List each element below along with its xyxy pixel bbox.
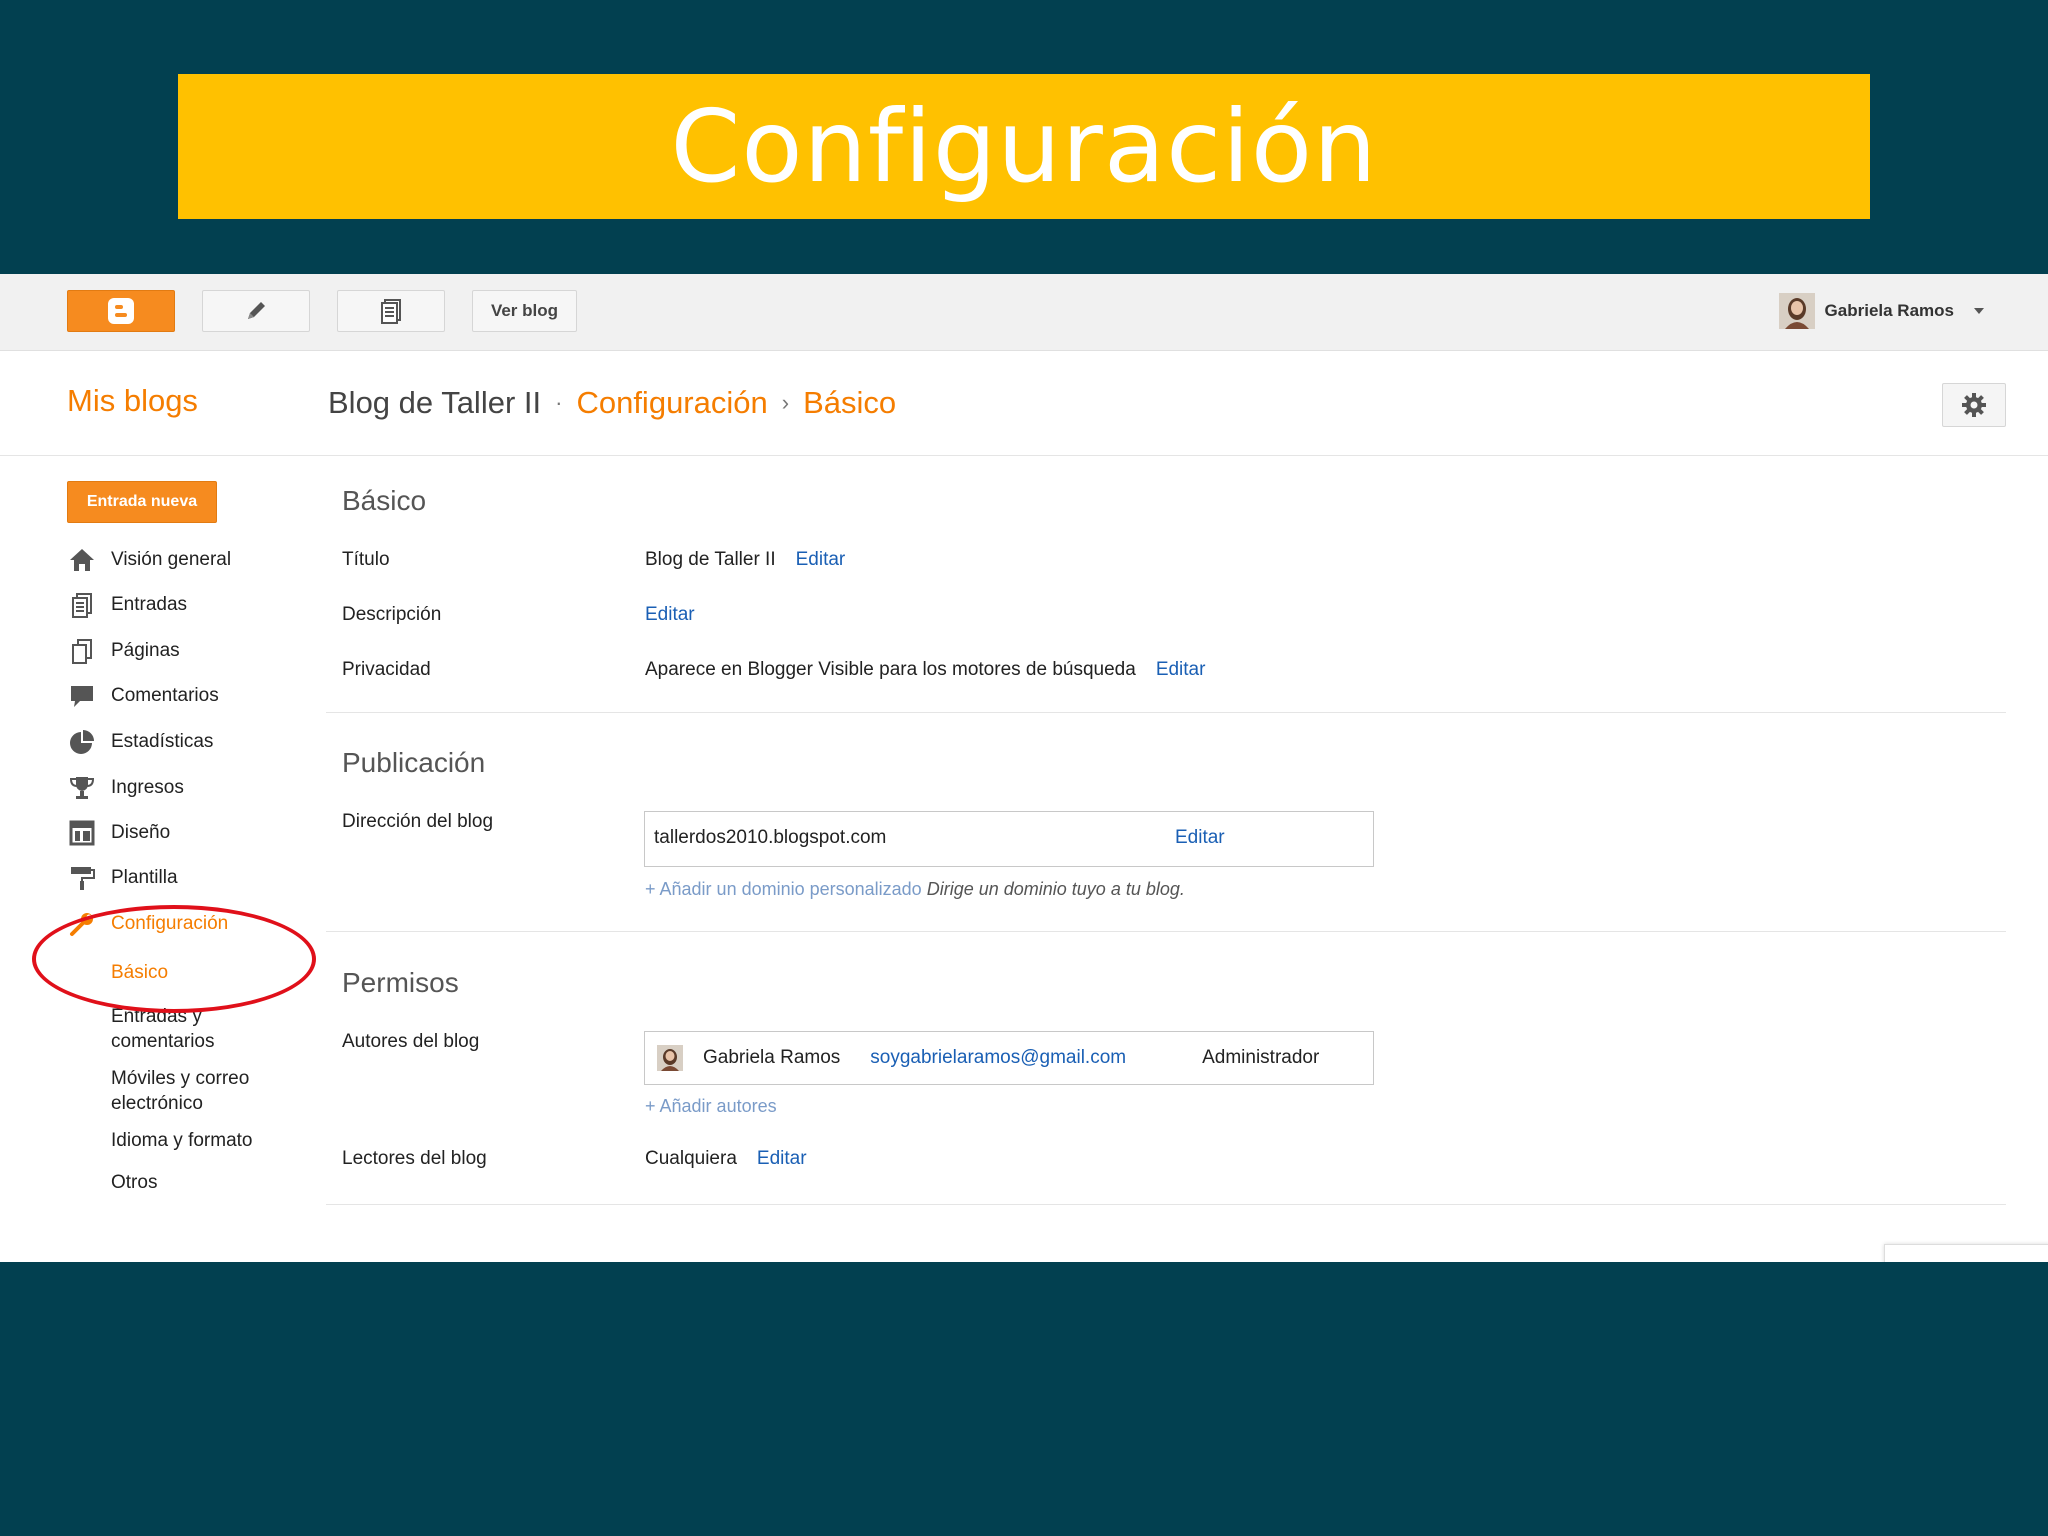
section-title-permissions: Permisos <box>342 967 459 998</box>
author-role: Administrador <box>1202 1047 1320 1068</box>
blogger-logo-icon <box>108 298 134 324</box>
gear-icon <box>1962 393 1986 417</box>
paint-roller-icon <box>67 863 97 893</box>
sidebar-item-posts[interactable]: Entradas <box>67 590 187 620</box>
user-name: Gabriela Ramos <box>1824 301 1954 320</box>
readers-row: Cualquiera Editar <box>645 1148 807 1170</box>
breadcrumb-arrow: › <box>781 390 790 415</box>
readers-value: Cualquiera <box>645 1148 737 1169</box>
section-divider <box>326 712 2006 713</box>
edit-address-link[interactable]: Editar <box>1175 827 1225 849</box>
sidebar-item-label: Visión general <box>111 549 232 570</box>
blog-readers-label: Lectores del blog <box>342 1148 487 1169</box>
sidebar-item-overview[interactable]: Visión general <box>67 545 231 575</box>
sidebar-item-pages[interactable]: Páginas <box>67 636 180 666</box>
blogger-screenshot: Ver blog Gabriela Ramos Mis blogs Blog d… <box>0 274 2048 1262</box>
posts-icon <box>67 590 97 620</box>
page-header: Mis blogs Blog de Taller II · Configurac… <box>0 351 2048 456</box>
title-row: Blog de Taller II Editar <box>645 549 845 571</box>
feedback-tab[interactable] <box>1884 1244 2048 1262</box>
sidebar-item-layout[interactable]: Diseño <box>67 818 170 848</box>
my-blogs-link[interactable]: Mis blogs <box>67 383 198 419</box>
blog-address-label: Dirección del blog <box>342 811 494 832</box>
slide-title-banner: Configuración <box>178 74 1870 219</box>
section-divider <box>326 1204 2006 1205</box>
posts-icon <box>381 299 401 324</box>
edit-readers-link[interactable]: Editar <box>757 1148 807 1170</box>
pencil-icon <box>248 302 265 319</box>
sidebar-item-template[interactable]: Plantilla <box>67 863 178 893</box>
stats-pie-icon <box>67 727 97 757</box>
sidebar: Entrada nueva Visión general Entradas Pá… <box>0 455 316 1262</box>
user-avatar <box>1778 293 1815 329</box>
view-blog-button[interactable]: Ver blog <box>472 290 577 332</box>
author-email[interactable]: soygabrielaramos@gmail.com <box>870 1047 1126 1069</box>
add-authors-link[interactable]: + Añadir autores <box>645 1096 777 1117</box>
sidebar-item-earnings[interactable]: Ingresos <box>67 773 184 803</box>
sidebar-item-label: Páginas <box>111 640 180 661</box>
top-toolbar: Ver blog Gabriela Ramos <box>0 274 2048 351</box>
sidebar-subitem-other[interactable]: Otros <box>111 1170 157 1195</box>
section-divider <box>326 931 2006 932</box>
pages-icon <box>67 636 97 666</box>
author-avatar <box>657 1045 683 1071</box>
custom-domain-description: Dirige un dominio tuyo a tu blog. <box>926 879 1185 899</box>
posts-list-button[interactable] <box>337 290 445 332</box>
settings-gear-button[interactable] <box>1942 383 2006 427</box>
chevron-down-icon <box>1974 308 1984 314</box>
section-title-publication: Publicación <box>342 747 486 778</box>
sidebar-item-label: Ingresos <box>111 777 184 798</box>
description-row: Editar <box>645 604 695 626</box>
sidebar-item-label: Diseño <box>111 822 171 843</box>
section-title-basic: Básico <box>342 485 427 516</box>
red-highlight-circle <box>32 905 316 1013</box>
sidebar-item-stats[interactable]: Estadísticas <box>67 727 213 757</box>
sidebar-subitem-mobile-email[interactable]: Móviles y correo electrónico <box>111 1066 281 1116</box>
title-value: Blog de Taller II <box>645 549 776 570</box>
breadcrumb-dot: · <box>555 390 563 415</box>
comments-icon <box>67 681 97 711</box>
blog-address-field: tallerdos2010.blogspot.com Editar <box>644 811 1374 867</box>
new-post-button[interactable]: Entrada nueva <box>67 481 217 523</box>
privacy-value: Aparece en Blogger Visible para los moto… <box>645 659 1136 680</box>
edit-description-link[interactable]: Editar <box>645 604 695 626</box>
layout-icon <box>67 818 97 848</box>
sidebar-subitem-language-format[interactable]: Idioma y formato <box>111 1128 253 1153</box>
settings-main: Básico Título Blog de Taller II Editar D… <box>326 455 2006 1262</box>
sidebar-item-label: Estadísticas <box>111 731 214 752</box>
breadcrumb-settings[interactable]: Configuración <box>576 385 767 421</box>
breadcrumb-basic[interactable]: Básico <box>803 385 896 421</box>
blog-authors-label: Autores del blog <box>342 1031 480 1052</box>
breadcrumb: Blog de Taller II · Configuración › Bási… <box>328 385 896 421</box>
edit-privacy-link[interactable]: Editar <box>1156 659 1206 681</box>
privacy-label: Privacidad <box>342 659 431 680</box>
sidebar-item-comments[interactable]: Comentarios <box>67 681 219 711</box>
author-row: Gabriela Ramos soygabrielaramos@gmail.co… <box>644 1031 1374 1085</box>
user-menu[interactable]: Gabriela Ramos <box>1778 292 1986 330</box>
sidebar-item-label: Entradas <box>111 594 188 615</box>
author-name: Gabriela Ramos <box>703 1047 841 1068</box>
description-label: Descripción <box>342 604 442 625</box>
title-label: Título <box>342 549 390 570</box>
breadcrumb-blog-name: Blog de Taller II <box>328 385 542 420</box>
custom-domain-hint: + Añadir un dominio personalizado Dirige… <box>645 879 1185 900</box>
home-icon <box>67 545 97 575</box>
blogger-logo-button[interactable] <box>67 290 175 332</box>
trophy-icon <box>67 773 97 803</box>
new-post-pencil-button[interactable] <box>202 290 310 332</box>
privacy-row: Aparece en Blogger Visible para los moto… <box>645 659 1205 681</box>
sidebar-item-label: Comentarios <box>111 685 219 706</box>
add-custom-domain-link[interactable]: + Añadir un dominio personalizado <box>645 879 922 899</box>
slide-title: Configuración <box>670 88 1378 205</box>
sidebar-item-label: Plantilla <box>111 867 178 888</box>
blog-address-value: tallerdos2010.blogspot.com <box>654 827 887 848</box>
edit-title-link[interactable]: Editar <box>796 549 846 571</box>
